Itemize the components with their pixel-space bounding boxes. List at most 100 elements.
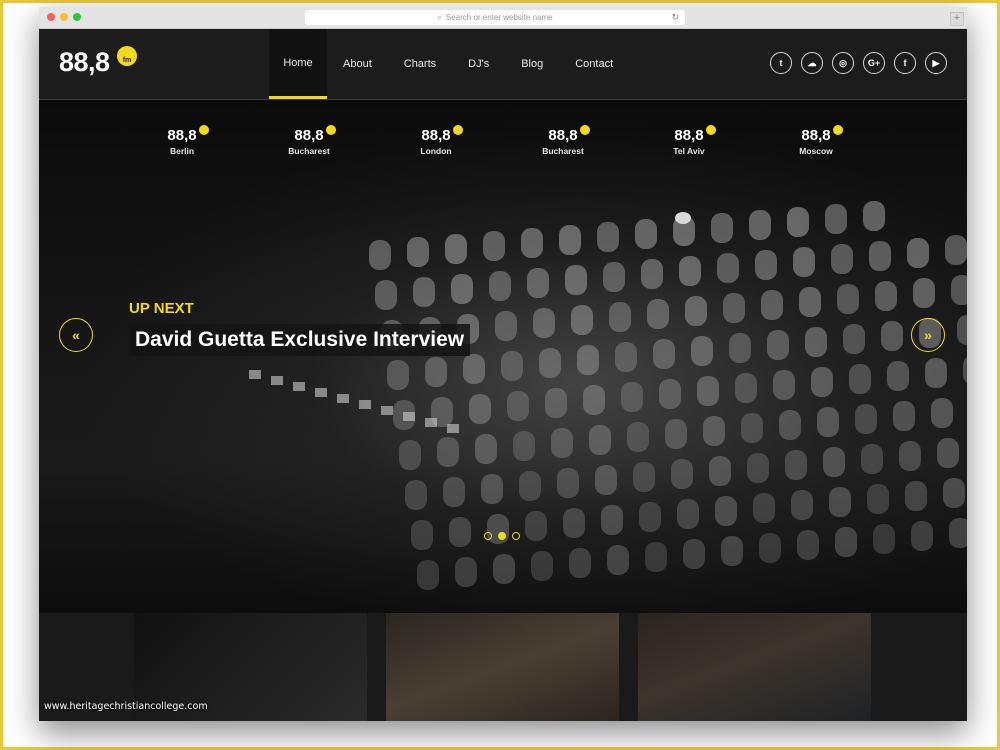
- google-plus-icon[interactable]: G+: [863, 52, 885, 74]
- mixer-knob: [445, 234, 467, 264]
- mixer-knob: [375, 280, 397, 310]
- close-window-button[interactable]: [47, 13, 55, 21]
- station-fm-badge: [452, 125, 463, 135]
- station-city: Moscow: [799, 146, 833, 156]
- mixer-knob: [679, 256, 701, 286]
- slide-dot[interactable]: [498, 532, 506, 540]
- slide-pagination: [484, 532, 520, 540]
- nav-item-djs[interactable]: DJ's: [452, 29, 505, 99]
- thumbnail-card[interactable]: [386, 613, 619, 721]
- mixer-knob: [671, 459, 693, 489]
- mixer-knob: [805, 327, 827, 357]
- mixer-knob: [683, 539, 705, 569]
- mixer-knob: [653, 339, 675, 369]
- station-item[interactable]: 88,8 Moscow: [776, 125, 856, 156]
- social-links: t ☁ ◎ G+ f ▶: [770, 52, 947, 74]
- mixer-knob: [565, 265, 587, 295]
- mixer-knob: [905, 481, 927, 511]
- page-frame: ⌕ Search or enter website name ↻ + 88,8 …: [0, 0, 1000, 750]
- station-logo: 88,8: [421, 125, 463, 144]
- nav-item-about[interactable]: About: [327, 29, 388, 99]
- mixer-knob: [455, 557, 477, 587]
- mixer-knob: [369, 240, 391, 270]
- mixer-knob: [907, 238, 929, 268]
- mixer-knob: [761, 290, 783, 320]
- mixer-knob: [489, 271, 511, 301]
- mixer-knob: [501, 351, 523, 381]
- mixer-knob: [899, 441, 921, 471]
- station-logo: 88,8: [294, 125, 336, 144]
- mixer-knob: [829, 487, 851, 517]
- mixer-button: [359, 400, 371, 409]
- minimize-window-button[interactable]: [60, 13, 68, 21]
- mixer-knob: [589, 425, 611, 455]
- mixer-knob: [557, 468, 579, 498]
- mixer-knob: [957, 315, 967, 345]
- mixer-knob: [507, 391, 529, 421]
- station-logo-text: 88,8: [674, 127, 704, 144]
- mixer-button: [337, 394, 349, 403]
- soundcloud-icon[interactable]: ☁: [801, 52, 823, 74]
- thumbnail-card[interactable]: [638, 613, 871, 721]
- mixer-knob: [603, 262, 625, 292]
- station-logo: 88,8: [167, 125, 209, 144]
- mixer-knob: [721, 536, 743, 566]
- station-list: 88,8 Berlin 88,8 Bucharest 88,8 London 88,8 Buc…: [39, 125, 967, 167]
- mixer-knob: [785, 450, 807, 480]
- next-slide-button[interactable]: »: [911, 318, 945, 352]
- twitter-icon[interactable]: t: [770, 52, 792, 74]
- slide-dot[interactable]: [484, 532, 492, 540]
- station-item[interactable]: 88,8 Tel Aviv: [649, 125, 729, 156]
- mixer-knob: [571, 305, 593, 335]
- youtube-icon[interactable]: ▶: [925, 52, 947, 74]
- mixer-knob: [635, 219, 657, 249]
- mixer-knob: [717, 253, 739, 283]
- mixer-knob: [481, 474, 503, 504]
- watermark-text: www.heritagechristiancollege.com: [44, 701, 208, 712]
- mixer-knob: [729, 333, 751, 363]
- mixer-knob: [881, 321, 903, 351]
- mixer-button: [381, 406, 393, 415]
- mixer-knob: [425, 357, 447, 387]
- reload-icon[interactable]: ↻: [671, 12, 679, 23]
- mixer-knob: [703, 416, 725, 446]
- nav-item-home[interactable]: Home: [269, 29, 327, 99]
- maximize-window-button[interactable]: [73, 13, 81, 21]
- nav-item-blog[interactable]: Blog: [505, 29, 559, 99]
- address-bar[interactable]: ⌕ Search or enter website name ↻: [305, 10, 685, 25]
- new-tab-button[interactable]: +: [950, 12, 964, 26]
- station-item[interactable]: 88,8 London: [396, 125, 476, 156]
- mixer-knob: [621, 382, 643, 412]
- station-item[interactable]: 88,8 Berlin: [142, 125, 222, 156]
- station-item[interactable]: 88,8 Bucharest: [269, 125, 349, 156]
- mixer-knob: [799, 287, 821, 317]
- mixer-knob: [943, 478, 965, 508]
- mixer-knob: [691, 336, 713, 366]
- mixer-knob: [685, 296, 707, 326]
- mixer-knob: [855, 404, 877, 434]
- mixer-knob: [639, 502, 661, 532]
- mixer-button: [271, 376, 283, 385]
- facebook-icon[interactable]: f: [894, 52, 916, 74]
- mixer-button: [315, 388, 327, 397]
- nav-item-charts[interactable]: Charts: [388, 29, 452, 99]
- mixer-knob: [735, 373, 757, 403]
- station-item[interactable]: 88,8 Bucharest: [523, 125, 603, 156]
- mixer-knob: [525, 511, 547, 541]
- instagram-icon[interactable]: ◎: [832, 52, 854, 74]
- site-logo[interactable]: 88,8: [59, 47, 110, 78]
- mixer-knob: [437, 437, 459, 467]
- prev-slide-button[interactable]: «: [59, 318, 93, 352]
- slide-dot[interactable]: [512, 532, 520, 540]
- mixer-knob: [475, 434, 497, 464]
- mixer-knob: [831, 244, 853, 274]
- nav-item-contact[interactable]: Contact: [559, 29, 629, 99]
- mixer-knob: [609, 302, 631, 332]
- mixer-knob: [837, 284, 859, 314]
- mixer-knob: [945, 235, 967, 265]
- slide-headline[interactable]: David Guetta Exclusive Interview: [129, 324, 471, 356]
- station-fm-badge: [705, 125, 716, 135]
- mixer-knob: [533, 308, 555, 338]
- up-next-label: UP NEXT: [129, 300, 194, 317]
- mixer-knob: [521, 228, 543, 258]
